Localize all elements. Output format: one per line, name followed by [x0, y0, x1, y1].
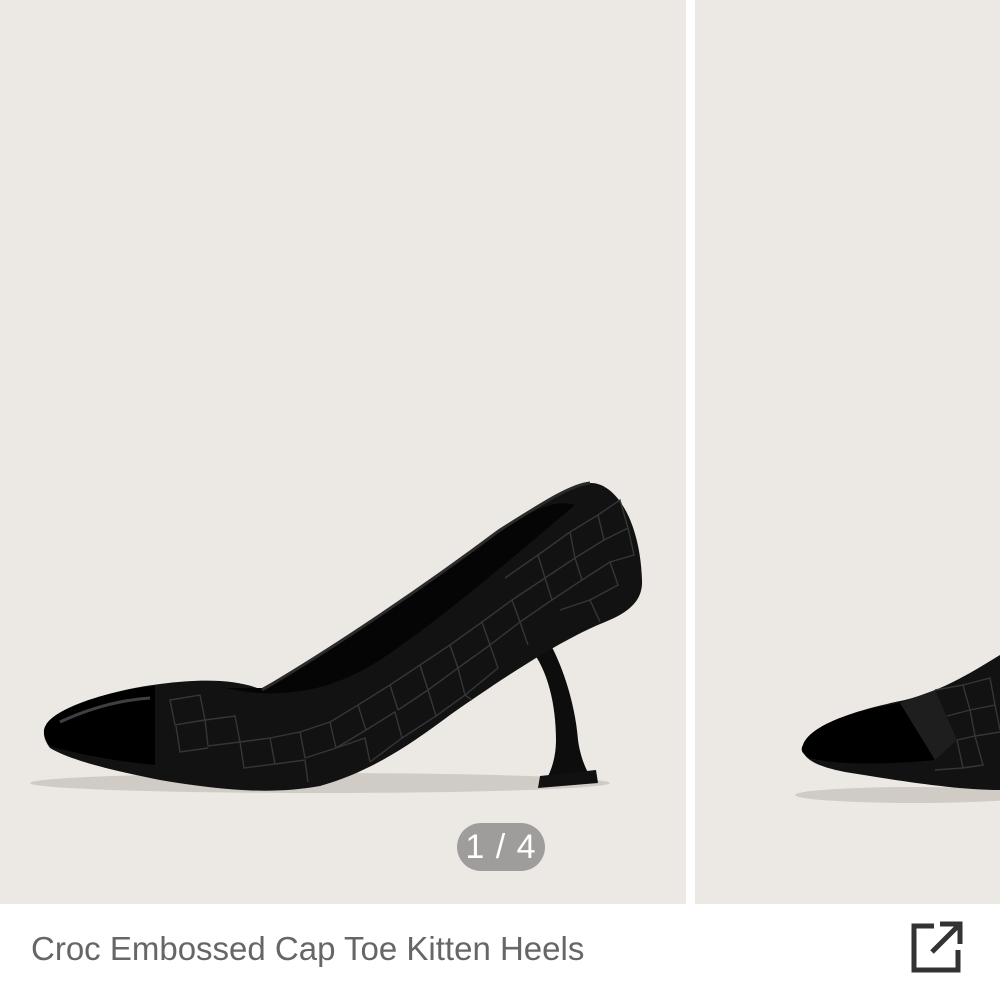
product-title: Croc Embossed Cap Toe Kitten Heels [31, 930, 585, 967]
product-image-slide-1[interactable] [0, 0, 686, 904]
product-title-bar: Croc Embossed Cap Toe Kitten Heels [0, 904, 1000, 998]
image-counter-badge: 1 / 4 [457, 823, 545, 871]
product-image-gallery[interactable]: 1 / 4 [0, 0, 1000, 904]
shoe-angled-view-image [695, 0, 1000, 904]
product-image-slide-2[interactable] [695, 0, 1000, 904]
shoe-side-view-image [0, 0, 686, 904]
share-external-icon[interactable] [908, 918, 966, 976]
